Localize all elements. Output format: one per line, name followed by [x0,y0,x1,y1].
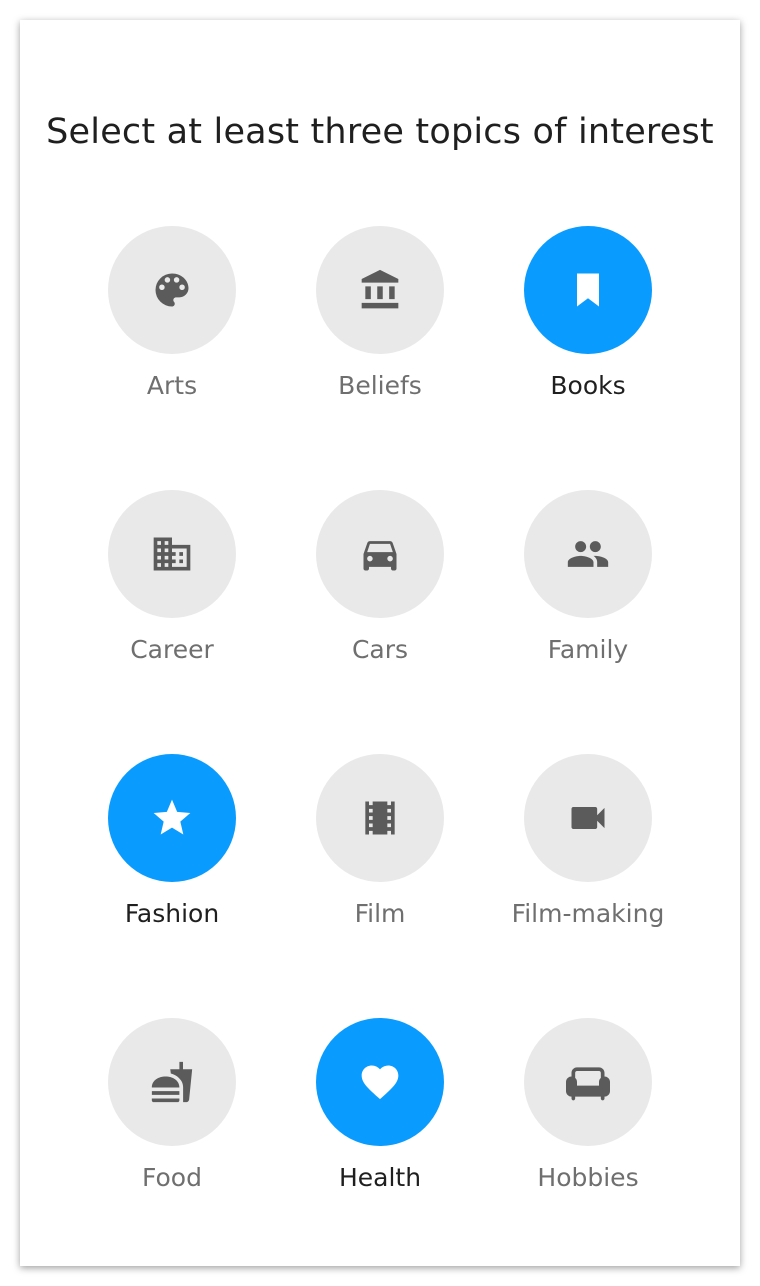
topic-label: Film [354,899,406,928]
people-icon [566,532,610,576]
heart-icon [358,1060,402,1104]
topic-health[interactable]: Health [276,1018,484,1218]
topic-toggle-button[interactable] [108,226,236,354]
topic-label: Health [338,1163,422,1192]
topic-label: Books [550,371,626,400]
building-icon [150,532,194,576]
sofa-icon [566,1060,610,1104]
topic-label: Hobbies [537,1163,639,1192]
topic-fashion[interactable]: Fashion [68,754,276,954]
topic-toggle-button[interactable] [524,226,652,354]
topic-toggle-button[interactable] [108,490,236,618]
topic-label: Cars [351,635,409,664]
topic-toggle-button[interactable] [524,490,652,618]
topic-label: Career [130,635,214,664]
bank-icon [358,268,402,312]
topic-label: Film-making [511,899,665,928]
topic-toggle-button[interactable] [108,754,236,882]
topic-books[interactable]: Books [484,226,692,426]
topic-beliefs[interactable]: Beliefs [276,226,484,426]
topic-toggle-button[interactable] [316,226,444,354]
topic-food[interactable]: Food [68,1018,276,1218]
video-camera-icon [566,796,610,840]
topic-label: Fashion [124,899,220,928]
topic-label: Family [547,635,629,664]
topic-arts[interactable]: Arts [68,226,276,426]
star-icon [150,796,194,840]
topic-label: Arts [146,371,198,400]
topic-hobbies[interactable]: Hobbies [484,1018,692,1218]
fastfood-icon [150,1060,194,1104]
topic-film[interactable]: Film [276,754,484,954]
topic-cars[interactable]: Cars [276,490,484,690]
topic-career[interactable]: Career [68,490,276,690]
topic-family[interactable]: Family [484,490,692,690]
car-icon [358,532,402,576]
bookmark-icon [566,268,610,312]
film-strip-icon [358,796,402,840]
topic-toggle-button[interactable] [524,1018,652,1146]
topic-label: Food [142,1163,202,1192]
page-title: Select at least three topics of interest [46,112,714,152]
topic-toggle-button[interactable] [108,1018,236,1146]
topics-card: Select at least three topics of interest… [20,20,740,1266]
palette-icon [150,268,194,312]
topic-film-making[interactable]: Film-making [484,754,692,954]
topic-toggle-button[interactable] [316,1018,444,1146]
topic-toggle-button[interactable] [524,754,652,882]
topic-label: Beliefs [338,371,422,400]
topic-toggle-button[interactable] [316,490,444,618]
topic-toggle-button[interactable] [316,754,444,882]
